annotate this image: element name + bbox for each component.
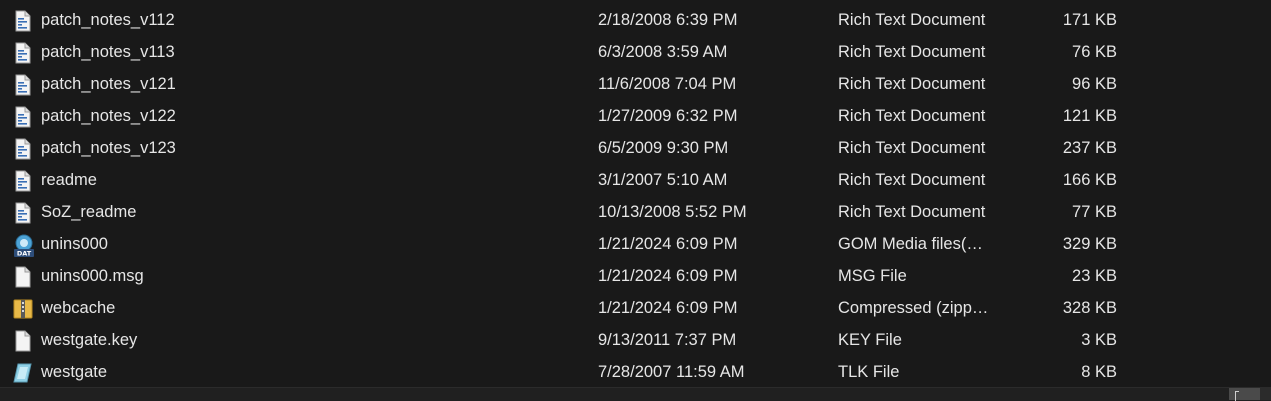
file-type: Rich Text Document: [838, 43, 986, 61]
rtf-document-icon: [12, 170, 34, 192]
file-name: webcache: [41, 299, 116, 317]
file-row[interactable]: westgate 7/28/2007 11:59 AM TLK File 8 KB: [0, 356, 1271, 388]
file-date-modified: 1/27/2009 6:32 PM: [598, 107, 738, 125]
file-name: unins000.msg: [41, 267, 144, 285]
file-date-modified: 1/21/2024 6:09 PM: [598, 299, 738, 317]
svg-text:DAT: DAT: [17, 250, 32, 258]
file-date-modified: 10/13/2008 5:52 PM: [598, 203, 747, 221]
file-name: patch_notes_v121: [41, 75, 176, 93]
file-name: patch_notes_v112: [41, 11, 175, 29]
rtf-document-icon: [12, 138, 34, 160]
file-size: 171 KB: [1062, 11, 1117, 29]
file-type: KEY File: [838, 331, 902, 349]
file-row[interactable]: patch_notes_v121 11/6/2008 7:04 PM Rich Te…: [0, 68, 1271, 100]
file-type: Rich Text Document: [838, 203, 986, 221]
tlk-file-icon: [12, 362, 34, 384]
rtf-document-icon: [12, 10, 34, 32]
file-name: readme: [41, 171, 97, 189]
file-type: Rich Text Document: [838, 75, 986, 93]
file-name: SoZ_readme: [41, 203, 137, 221]
file-date-modified: 6/5/2009 9:30 PM: [598, 139, 729, 157]
file-row[interactable]: patch_notes_v122 1/27/2009 6:32 PM Rich Te…: [0, 100, 1271, 132]
file-type: Rich Text Document: [838, 139, 986, 157]
file-size: 77 KB: [1072, 203, 1117, 221]
file-size: 3 KB: [1081, 331, 1117, 349]
file-list: patch_notes_v112 2/18/2008 6:39 PM Rich Te…: [0, 4, 1271, 388]
tiles-view-button[interactable]: [1260, 388, 1271, 400]
file-date-modified: 1/21/2024 6:09 PM: [598, 235, 738, 253]
file-type: GOM Media files(…: [838, 235, 983, 253]
file-date-modified: 9/13/2011 7:37 PM: [598, 331, 737, 349]
file-name: patch_notes_v123: [41, 139, 176, 157]
file-row[interactable]: patch_notes_v123 6/5/2009 9:30 PM Rich Tex…: [0, 132, 1271, 164]
file-name: patch_notes_v122: [41, 107, 176, 125]
file-name: patch_notes_v113: [41, 43, 175, 61]
file-type: MSG File: [838, 267, 907, 285]
file-name: westgate.key: [41, 331, 138, 349]
details-view-button[interactable]: [1229, 388, 1260, 401]
blank-file-icon: [12, 330, 34, 352]
blank-file-icon: [12, 266, 34, 288]
rtf-document-icon: [12, 42, 34, 64]
file-size: 166 KB: [1062, 171, 1117, 189]
file-size: 328 KB: [1062, 299, 1117, 317]
file-size: 23 KB: [1072, 267, 1117, 285]
file-date-modified: 2/18/2008 6:39 PM: [598, 11, 738, 29]
file-row[interactable]: patch_notes_v113 6/3/2008 3:59 AM Rich Tex…: [0, 36, 1271, 68]
file-type: Rich Text Document: [838, 11, 986, 29]
file-name: unins000: [41, 235, 108, 253]
rtf-document-icon: [12, 106, 34, 128]
rtf-document-icon: [12, 202, 34, 224]
file-size: 8 KB: [1081, 363, 1117, 381]
file-size: 76 KB: [1072, 43, 1117, 61]
file-row[interactable]: westgate.key 9/13/2011 7:37 PM KEY File 3 K…: [0, 324, 1271, 356]
file-date-modified: 3/1/2007 5:10 AM: [598, 171, 728, 189]
file-name: westgate: [41, 363, 108, 381]
file-date-modified: 7/28/2007 11:59 AM: [598, 363, 745, 381]
file-row[interactable]: SoZ_readme 10/13/2008 5:52 PM Rich Text Do…: [0, 196, 1271, 228]
file-date-modified: 11/6/2008 7:04 PM: [598, 75, 737, 93]
file-size: 329 KB: [1062, 235, 1117, 253]
file-row[interactable]: unins000.msg 1/21/2024 6:09 PM MSG File 23 …: [0, 260, 1271, 292]
zip-folder-icon: [12, 298, 34, 320]
file-type: Compressed (zipp…: [838, 299, 989, 317]
status-bar: [0, 387, 1271, 401]
dat-file-icon: DAT: [12, 234, 34, 258]
file-date-modified: 1/21/2024 6:09 PM: [598, 267, 738, 285]
file-row[interactable]: patch_notes_v112 2/18/2008 6:39 PM Rich Te…: [0, 4, 1271, 36]
file-size: 237 KB: [1062, 139, 1117, 157]
file-type: Rich Text Document: [838, 171, 986, 189]
file-size: 96 KB: [1072, 75, 1117, 93]
file-type: TLK File: [838, 363, 900, 381]
file-type: Rich Text Document: [838, 107, 986, 125]
file-size: 121 KB: [1062, 107, 1117, 125]
file-row[interactable]: readme 3/1/2007 5:10 AM Rich Text Document…: [0, 164, 1271, 196]
rtf-document-icon: [12, 74, 34, 96]
file-row[interactable]: DAT unins000 1/21/2024 6:09 PM GOM Media fi…: [0, 228, 1271, 260]
file-row[interactable]: webcache 1/21/2024 6:09 PM Compressed (zip…: [0, 292, 1271, 324]
file-date-modified: 6/3/2008 3:59 AM: [598, 43, 728, 61]
